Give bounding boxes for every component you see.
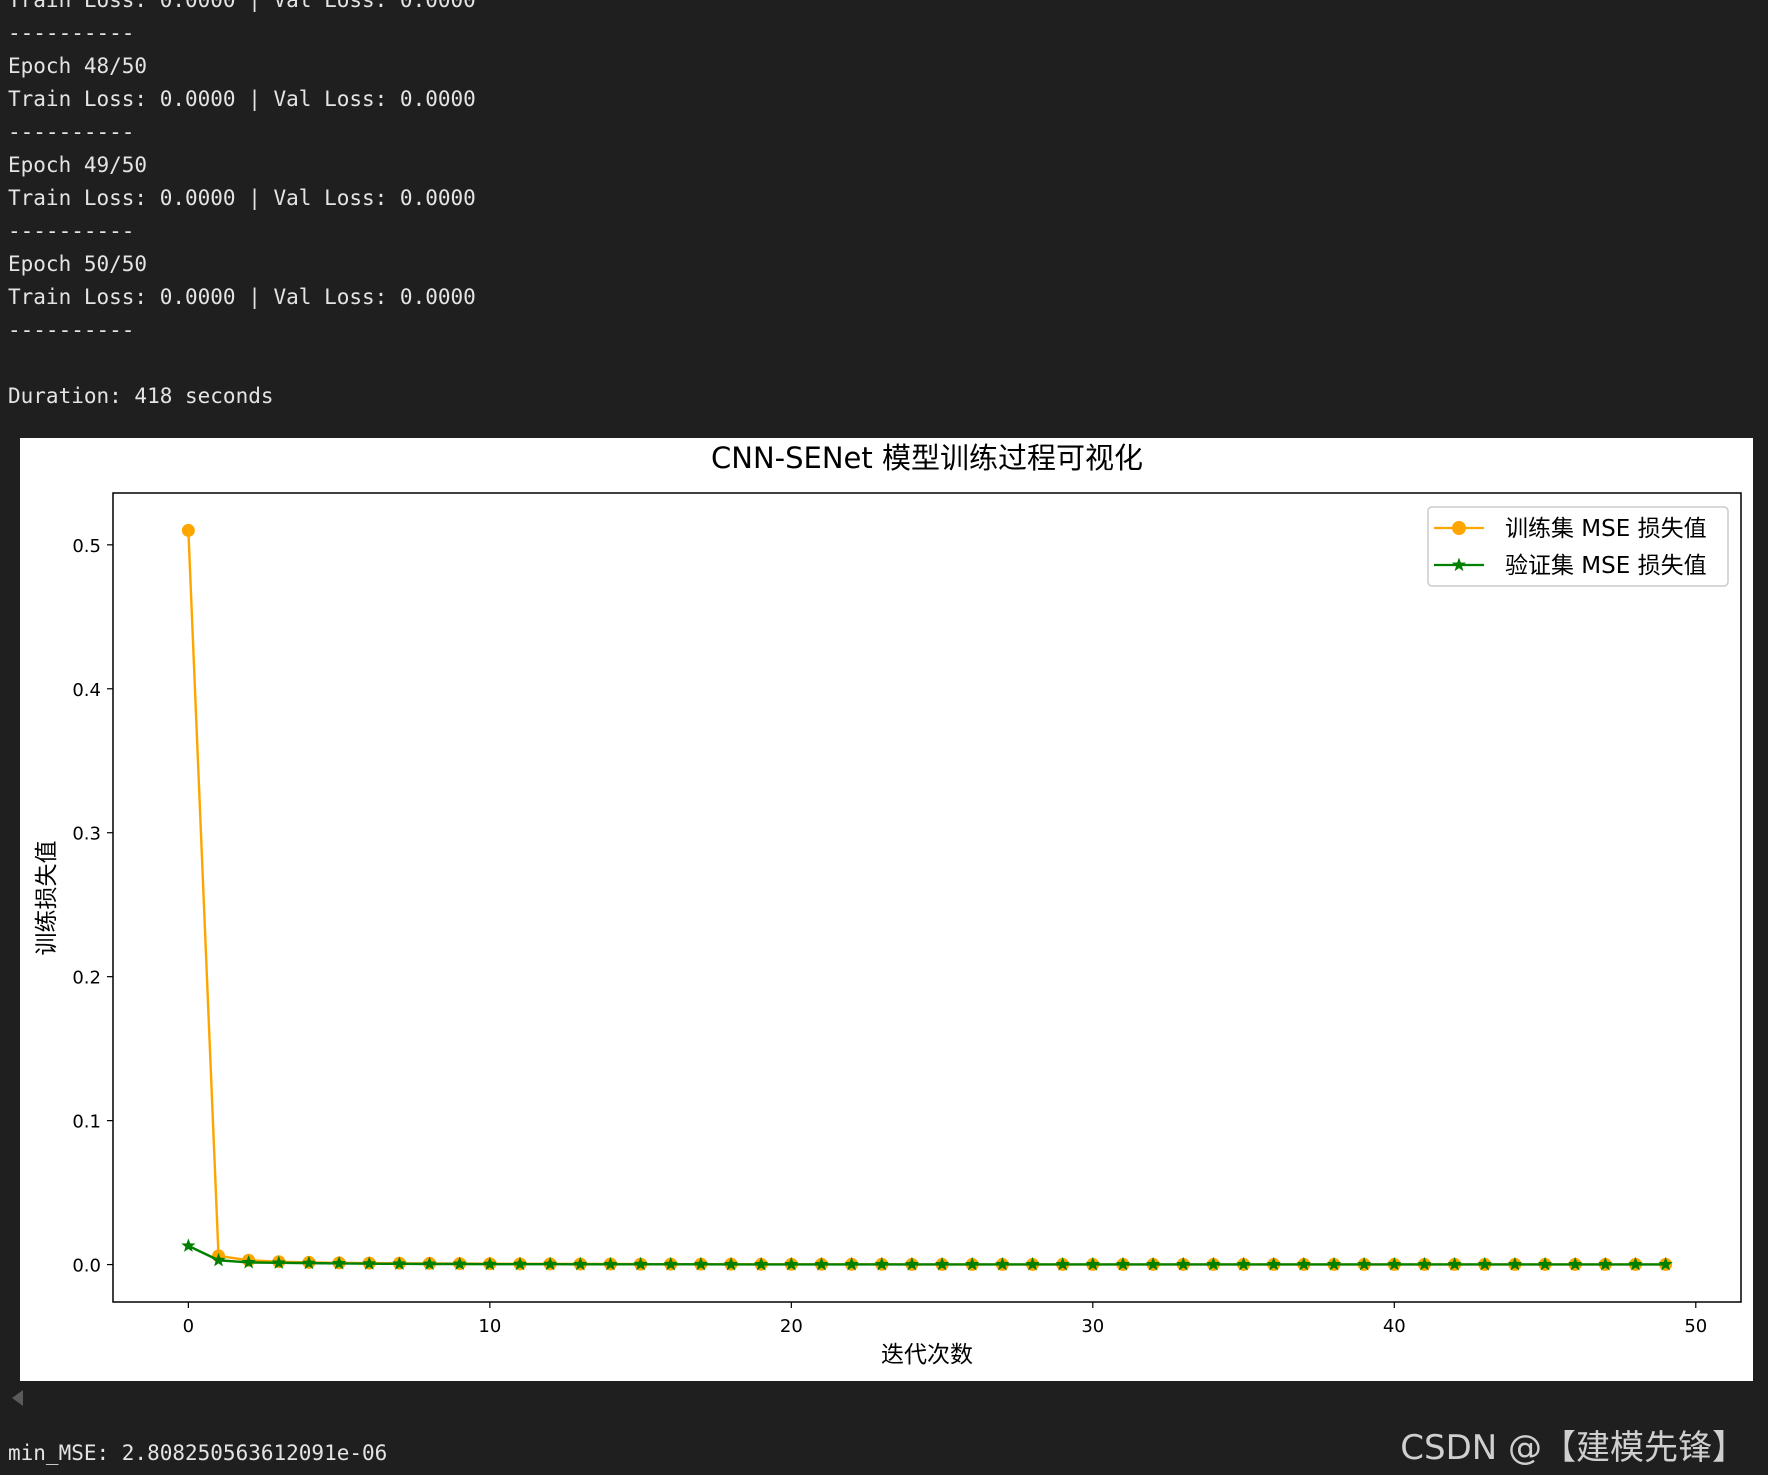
series-line-0 — [187, 530, 1666, 1266]
x-tick-label: 40 — [1383, 1316, 1406, 1337]
y-tick-label: 0.4 — [72, 680, 101, 701]
console-line: ---------- — [8, 21, 135, 45]
console-line: Train Loss: 0.0000 | Val Loss: 0.0000 — [8, 87, 476, 111]
console-line: Train Loss: 0.0000 | Val Loss: 0.0000 — [8, 285, 476, 309]
watermark: CSDN @【建模先锋】 — [1400, 1428, 1746, 1468]
y-tick-label: 0.2 — [72, 968, 101, 989]
console-line: Train Loss: 0.0000 | Val Loss: 0.0000 — [8, 0, 476, 12]
x-tick-label: 10 — [478, 1316, 501, 1337]
y-axis-label: 训练损失值 — [34, 841, 60, 956]
y-axis-ticks: 0.0 0.1 0.2 0.3 0.4 0.5 — [72, 536, 113, 1277]
y-tick-label: 0.1 — [72, 1112, 101, 1133]
legend: 训练集 MSE 损失值 验证集 MSE 损失值 — [1427, 506, 1729, 587]
x-axis-label: 迭代次数 — [881, 1342, 973, 1368]
loss-figure: CNN-SENet 模型训练过程可视化 0 10 20 30 40 50 0.0 0.1 0.… — [20, 438, 1753, 1381]
console-line: ---------- — [8, 219, 135, 243]
chart-title: CNN-SENet 模型训练过程可视化 — [711, 441, 1143, 475]
console-line: ---------- — [8, 120, 135, 144]
x-tick-label: 30 — [1081, 1316, 1104, 1337]
min-mse-output: min_MSE: 2.808250563612091e-06 — [8, 1441, 388, 1465]
legend-train-label: 训练集 MSE 损失值 — [1505, 516, 1707, 542]
y-tick-label: 0.5 — [72, 536, 101, 557]
series-line-1 — [187, 1244, 1666, 1266]
x-tick-label: 20 — [780, 1316, 803, 1337]
plot-frame — [112, 492, 1742, 1303]
legend-train-marker — [1452, 521, 1466, 535]
console-line: Epoch 50/50 — [8, 252, 148, 276]
x-axis-ticks: 0 10 20 30 40 50 — [183, 1302, 1707, 1337]
console-line: Train Loss: 0.0000 | Val Loss: 0.0000 — [8, 186, 476, 210]
legend-val-label: 验证集 MSE 损失值 — [1505, 553, 1707, 579]
console-line: Epoch 49/50 — [8, 153, 148, 177]
train-loss-point — [181, 523, 195, 537]
x-tick-label: 0 — [183, 1316, 194, 1337]
series-layer — [181, 523, 1673, 1271]
scroll-left-arrow[interactable] — [12, 1390, 23, 1406]
loss-chart: CNN-SENet 模型训练过程可视化 0 10 20 30 40 50 0.00.10.… — [34, 441, 1742, 1368]
x-tick-label: 50 — [1684, 1316, 1707, 1337]
console-line: Epoch 48/50 — [8, 54, 148, 78]
console-line: Duration: 418 seconds — [8, 384, 274, 408]
console-line: ---------- — [8, 318, 135, 342]
y-tick-label: 0.0 — [72, 1256, 101, 1277]
y-tick-label: 0.3 — [72, 824, 101, 845]
console-output: Train Loss: 0.0000 | Val Loss: 0.0000 --… — [8, 0, 1708, 413]
val-loss-point — [181, 1238, 196, 1252]
